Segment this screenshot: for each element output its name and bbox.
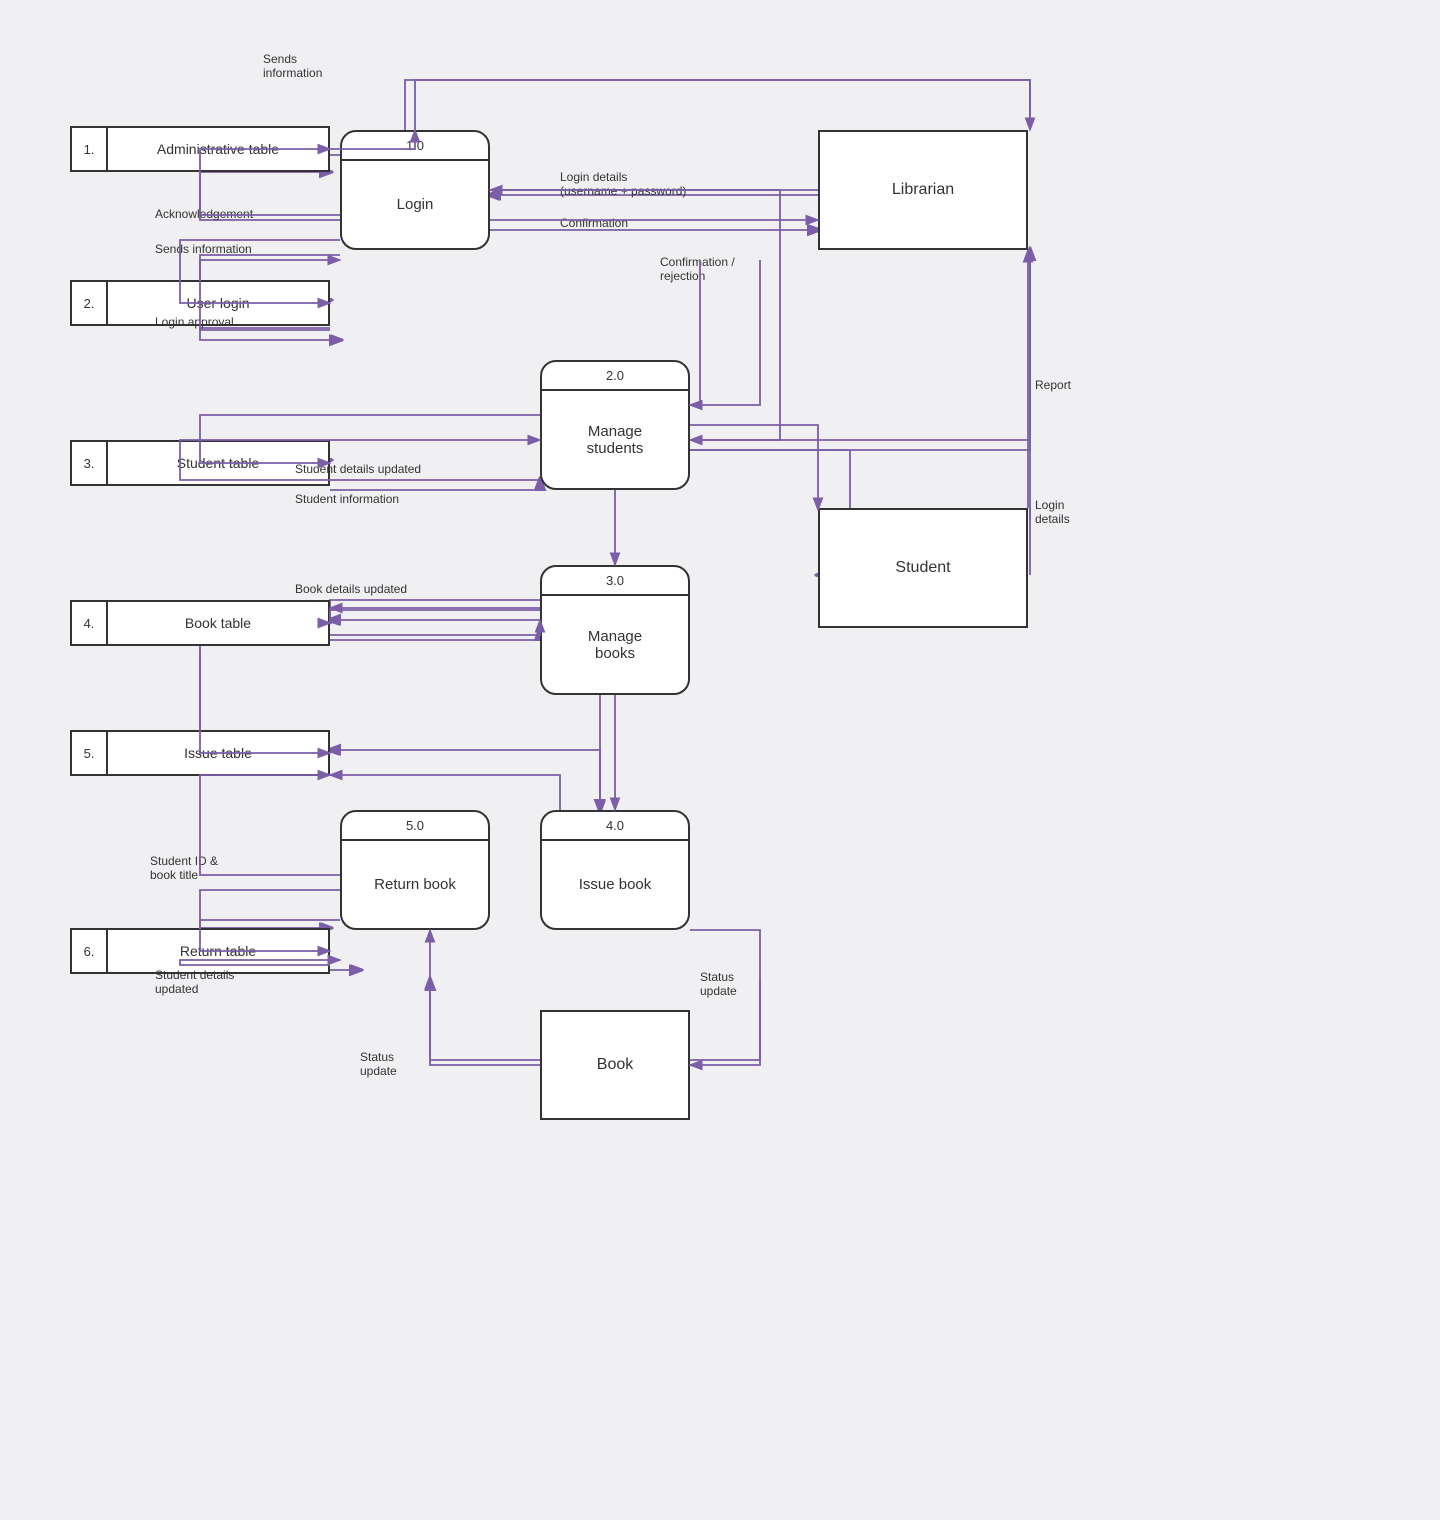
librarian-label: Librarian <box>892 181 954 199</box>
process-login: 1.0 Login <box>340 130 490 250</box>
student-label: Student <box>895 559 950 577</box>
label-status-update2: Status update <box>700 970 737 998</box>
label-student-id-book-title: Student ID & book title <box>150 854 218 882</box>
label-status-update: Status update <box>360 1050 397 1078</box>
login-label: Login <box>385 161 446 248</box>
label-student-details-updated: Student details updated <box>295 462 421 476</box>
store-issue-table: 5. Issue table <box>70 730 330 776</box>
return-book-id: 5.0 <box>342 812 488 841</box>
store-issue-label: Issue table <box>108 745 328 761</box>
entity-book: Book <box>540 1010 690 1120</box>
login-id: 1.0 <box>342 132 488 161</box>
process-issue-book: 4.0 Issue book <box>540 810 690 930</box>
manage-books-label: Manage books <box>576 596 654 693</box>
label-acknowledgement: Acknowledgement <box>155 207 253 221</box>
label-login-details: Login details (username + password) <box>560 170 686 198</box>
issue-book-label: Issue book <box>567 841 664 928</box>
entity-student: Student <box>818 508 1028 628</box>
return-book-label: Return book <box>362 841 468 928</box>
store-return-number: 6. <box>72 930 108 972</box>
store-student-table: 3. Student table <box>70 440 330 486</box>
label-login-details2: Login details <box>1035 498 1070 526</box>
store-admin-label: Administrative table <box>108 141 328 157</box>
store-book-label: Book table <box>108 615 328 631</box>
store-user-login-label: User login <box>108 295 328 311</box>
entity-librarian: Librarian <box>818 130 1028 250</box>
issue-book-id: 4.0 <box>542 812 688 841</box>
store-user-login-number: 2. <box>72 282 108 324</box>
label-student-information: Student information <box>295 492 399 506</box>
store-book-number: 4. <box>72 602 108 644</box>
label-book-details-updated: Book details updated <box>295 582 407 596</box>
label-sends-info: Sends information <box>263 52 322 80</box>
manage-students-label: Manage students <box>575 391 656 488</box>
store-admin-table: 1. Administrative table <box>70 126 330 172</box>
manage-students-id: 2.0 <box>542 362 688 391</box>
label-confirmation-rejection: Confirmation / rejection <box>660 255 735 283</box>
label-sends-info2: Sends information <box>155 242 252 256</box>
store-return-label: Return table <box>108 943 328 959</box>
label-login-approval: Login approval <box>155 315 234 329</box>
store-issue-number: 5. <box>72 732 108 774</box>
label-confirmation: Confirmation <box>560 216 628 230</box>
process-manage-books: 3.0 Manage books <box>540 565 690 695</box>
process-return-book: 5.0 Return book <box>340 810 490 930</box>
store-book-table: 4. Book table <box>70 600 330 646</box>
diagram-container: 1.0 Login 2.0 Manage students 3.0 Manage… <box>0 0 1440 1520</box>
store-admin-number: 1. <box>72 128 108 170</box>
label-student-details-updated2: Student details updated <box>155 968 234 996</box>
book-label: Book <box>597 1056 633 1074</box>
process-manage-students: 2.0 Manage students <box>540 360 690 490</box>
store-student-number: 3. <box>72 442 108 484</box>
label-report: Report <box>1035 378 1071 392</box>
manage-books-id: 3.0 <box>542 567 688 596</box>
